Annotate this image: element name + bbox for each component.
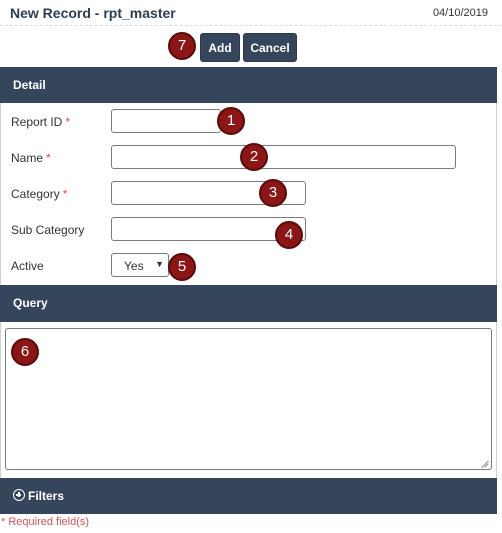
caret-down-icon: ▼ (155, 259, 164, 269)
active-select[interactable]: Yes ▼ (111, 253, 169, 277)
required-marker: * (62, 187, 68, 201)
resize-grip-icon[interactable] (479, 457, 489, 467)
callout-badge-2: 2 (240, 143, 268, 171)
page-title: New Record - rpt_master (10, 5, 176, 21)
report-id-label: Report ID * (11, 115, 71, 129)
detail-section-title: Detail (13, 78, 46, 92)
required-fields-note: * Required field(s) (1, 516, 89, 528)
name-input[interactable] (111, 145, 456, 169)
required-marker: * (46, 151, 51, 165)
callout-badge-1: 1 (217, 107, 245, 135)
cancel-button[interactable]: Cancel (243, 33, 297, 62)
callout-badge-5: 5 (168, 253, 196, 281)
title-bar: New Record - rpt_master 04/10/2019 (0, 0, 502, 26)
active-label: Active (11, 259, 44, 273)
plus-circle-icon (13, 489, 25, 501)
detail-section-header: Detail (0, 67, 497, 103)
sub-category-label: Sub Category (11, 223, 85, 237)
filters-section-title: Filters (28, 489, 65, 503)
query-section-title: Query (13, 296, 48, 310)
required-marker: * (1, 516, 6, 528)
query-textarea[interactable] (5, 328, 492, 470)
required-marker: * (65, 115, 71, 129)
callout-badge-3: 3 (259, 179, 287, 207)
add-button[interactable]: Add (200, 33, 240, 62)
record-date: 04/10/2019 (432, 7, 488, 19)
category-label: Category * (11, 187, 68, 201)
name-label: Name * (11, 151, 51, 165)
required-note-text: Required field(s) (8, 516, 90, 528)
query-section-header: Query (0, 285, 497, 322)
active-select-value: Yes (124, 259, 144, 273)
callout-badge-6: 6 (11, 338, 39, 366)
filters-section-toggle[interactable]: Filters (0, 478, 497, 514)
report-id-input[interactable] (111, 109, 221, 133)
callout-badge-4: 4 (275, 221, 303, 249)
callout-badge-7: 7 (168, 32, 196, 60)
